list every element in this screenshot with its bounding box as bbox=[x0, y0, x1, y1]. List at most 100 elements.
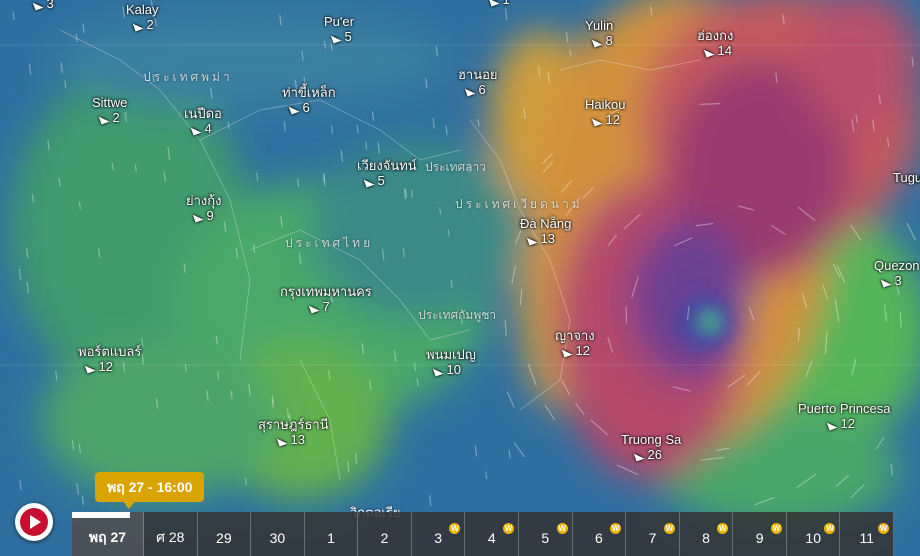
premium-badge-icon: W bbox=[663, 523, 675, 534]
city-marker[interactable]: เวียงจันทน์ ◣ 5 bbox=[357, 158, 417, 190]
wind-speed: 13 bbox=[540, 231, 555, 246]
city-name: พอร์ตแบลร์ bbox=[78, 344, 142, 359]
city-marker[interactable]: Đà Nẵng ◣ 13 bbox=[520, 216, 571, 248]
wind-arrow-icon: ◣ bbox=[591, 34, 604, 50]
city-marker[interactable]: ◣1 bbox=[482, 0, 510, 9]
city-marker[interactable]: ญาจาง ◣ 12 bbox=[555, 328, 595, 360]
wind-arrow-icon: ◣ bbox=[190, 122, 203, 138]
wind-streak bbox=[439, 207, 442, 215]
city-name: Yulin bbox=[585, 18, 614, 33]
city-name: ย่างกุ้ง bbox=[186, 193, 222, 208]
timeline-day-label: 6 bbox=[594, 530, 603, 546]
timeline-day[interactable]: 6W bbox=[573, 512, 627, 556]
city-name: ฮานอย bbox=[458, 67, 498, 82]
wind-arrow-icon: ◣ bbox=[464, 83, 477, 99]
city-marker[interactable]: พนมเปญ ◣ 10 bbox=[426, 347, 476, 379]
play-button[interactable] bbox=[15, 503, 53, 541]
wind-speed: 7 bbox=[322, 299, 330, 314]
current-time-tooltip: พฤ 27 - 16:00 bbox=[95, 472, 205, 502]
timeline-day[interactable]: 10 W bbox=[787, 512, 841, 556]
city-name: ท่าขี้เหล็ก bbox=[282, 85, 336, 100]
city-marker[interactable]: Quezon ◣ 3 bbox=[874, 258, 920, 290]
city-marker[interactable]: สุราษฎร์ธานี ◣ 13 bbox=[258, 417, 329, 449]
city-marker[interactable]: เนปีดอ ◣ 4 bbox=[184, 106, 222, 138]
city-name: ญาจาง bbox=[555, 328, 595, 343]
city-marker[interactable]: ท่าขี้เหล็ก ◣ 6 bbox=[282, 85, 336, 117]
timeline-day[interactable]: ศ 28 bbox=[144, 512, 198, 556]
wind-arrow-icon: ◣ bbox=[330, 30, 343, 46]
city-name: Quezon bbox=[874, 258, 920, 273]
timeline-day[interactable]: 7W bbox=[626, 512, 680, 556]
wind-arrow-icon: ◣ bbox=[192, 209, 205, 225]
city-name: Tugu bbox=[893, 170, 920, 185]
city-marker[interactable]: พอร์ตแบลร์ ◣ 12 bbox=[78, 344, 141, 376]
city-marker[interactable]: ฮานอย ◣ 6 bbox=[458, 67, 498, 99]
timeline-day-label: ศ 28 bbox=[156, 529, 185, 545]
premium-badge-icon: W bbox=[717, 523, 729, 534]
wind-speed: 3 bbox=[894, 273, 902, 288]
wind-speed: 9 bbox=[206, 208, 214, 223]
timeline-day[interactable]: 4W bbox=[465, 512, 520, 556]
wind-speed: 5 bbox=[377, 173, 385, 188]
city-name: Truong Sa bbox=[621, 432, 682, 447]
timeline-day[interactable]: 8W bbox=[680, 512, 734, 556]
city-name: Pu'er bbox=[324, 14, 354, 29]
city-marker[interactable]: Pu'er ◣ 5 bbox=[324, 14, 354, 46]
city-marker[interactable]: ◣ 3 bbox=[26, 0, 54, 13]
timeline-day[interactable]: พฤ 27 bbox=[72, 512, 144, 556]
premium-badge-icon: W bbox=[824, 523, 836, 534]
timeline-day[interactable]: 1 bbox=[305, 512, 359, 556]
wind-arrow-icon: ◣ bbox=[132, 18, 145, 34]
wind-speed: 3 bbox=[46, 0, 54, 11]
timeline-day-label: 2 bbox=[380, 530, 389, 546]
wind-arrow-icon: ◣ bbox=[633, 448, 646, 464]
timeline-day[interactable]: 5W bbox=[519, 512, 573, 556]
wind-speed: 12 bbox=[98, 359, 113, 374]
city-name: Đà Nẵng bbox=[520, 216, 572, 231]
wind-arrow-icon: ◣ bbox=[363, 174, 376, 190]
timeline-day-label: 9 bbox=[755, 530, 764, 546]
city-marker[interactable]: Kalay ◣ 2 bbox=[126, 2, 159, 34]
wind-speed: 14 bbox=[717, 43, 732, 58]
city-marker[interactable]: กรุงเทพมหานคร ◣ 7 bbox=[280, 284, 372, 316]
timeline-day-label: 11 bbox=[859, 530, 875, 546]
wind-arrow-icon: ◣ bbox=[432, 363, 445, 379]
wind-arrow-icon: ◣ bbox=[32, 0, 45, 13]
city-marker[interactable]: Truong Sa ◣ 26 bbox=[621, 432, 681, 464]
timeline-day-label: 5 bbox=[541, 530, 550, 546]
wind-streak bbox=[244, 478, 247, 486]
premium-badge-icon: W bbox=[878, 523, 890, 534]
country-label-myanmar: ประเทศพม่า bbox=[143, 70, 233, 84]
wind-arrow-icon: ◣ bbox=[561, 344, 574, 360]
city-marker[interactable]: Tugu bbox=[893, 170, 920, 185]
wind-speed: 1 bbox=[502, 0, 509, 7]
city-marker[interactable]: Puerto Princesa ◣ 12 bbox=[798, 401, 891, 433]
timeline-day[interactable]: 2 bbox=[358, 512, 412, 556]
city-marker[interactable]: Yulin ◣ 8 bbox=[585, 18, 613, 50]
city-marker[interactable]: Sittwe ◣ 2 bbox=[92, 95, 127, 127]
premium-badge-icon: W bbox=[610, 523, 622, 534]
city-marker[interactable]: ฮ่องกง ◣ 14 bbox=[697, 28, 733, 60]
wind-streak bbox=[477, 119, 480, 127]
wind-streak bbox=[365, 141, 368, 149]
timeline-day[interactable]: 30 bbox=[251, 512, 305, 556]
timeline-day[interactable]: 9W bbox=[733, 512, 787, 556]
timeline-day[interactable]: 29 bbox=[198, 512, 252, 556]
wind-streak bbox=[797, 327, 800, 342]
timeline-day[interactable]: 11 W bbox=[840, 512, 895, 556]
city-name: Puerto Princesa bbox=[798, 401, 891, 416]
timeline-day-label: 8 bbox=[702, 530, 710, 546]
timeline-bar[interactable]: พฤ 27 ศ 28 29 30 1 2 3 W 4 W 5 W 6 W 7 W 8 W 9 W 10 W 11 W bbox=[72, 512, 895, 556]
wind-speed: 4 bbox=[204, 121, 212, 136]
timeline-day-label: 30 bbox=[269, 530, 286, 546]
timeline-day[interactable]: 3W bbox=[412, 512, 466, 556]
timeline-day-label: 4 bbox=[487, 530, 496, 546]
city-marker[interactable]: ย่างกุ้ง ◣ 9 bbox=[186, 193, 221, 225]
city-marker[interactable]: Haikou ◣ 12 bbox=[585, 97, 625, 129]
wind-arrow-icon: ◣ bbox=[276, 433, 289, 449]
timeline-day-label: 1 bbox=[327, 530, 335, 546]
wind-arrow-icon: ◣ bbox=[826, 417, 839, 433]
country-label-laos: ประเทศลาว bbox=[425, 160, 486, 174]
wind-speed: 5 bbox=[344, 29, 352, 44]
wind-speed: 12 bbox=[575, 343, 590, 358]
